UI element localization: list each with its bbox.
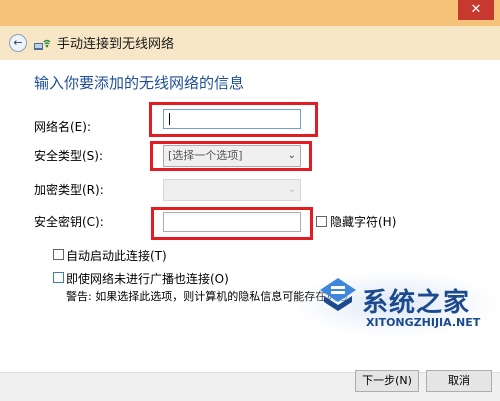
watermark-url: XITONGZHIJIA.NET — [366, 316, 481, 329]
text-cursor — [169, 113, 170, 125]
cancel-button[interactable]: 取消 — [426, 370, 492, 392]
watermark-brand: 系统之家 — [362, 288, 471, 318]
security-type-select[interactable]: [选择一个选项] ⌄ — [163, 145, 301, 167]
next-button[interactable]: 下一步(N) — [355, 370, 419, 392]
network-name-input[interactable] — [163, 109, 301, 129]
close-button[interactable]: ✕ — [458, 0, 494, 20]
hide-characters-checkbox[interactable] — [316, 216, 327, 227]
connect-hidden-label: 即使网络未进行广播也连接(O) — [66, 272, 229, 286]
dialog-title: 手动连接到无线网络 — [57, 37, 175, 52]
auto-start-label: 自动启动此连接(T) — [66, 249, 167, 263]
security-key-label: 安全密钥(C): — [34, 215, 104, 229]
back-button[interactable]: ← — [9, 34, 27, 52]
watermark-logo — [320, 278, 356, 311]
window-titlebar: ✕ — [0, 0, 500, 26]
chevron-down-icon: ⌄ — [287, 150, 296, 161]
chevron-down-icon: ⌄ — [287, 184, 296, 195]
dialog-header: ← 手动连接到无线网络 — [0, 26, 500, 60]
form-heading: 输入你要添加的无线网络的信息 — [34, 74, 245, 92]
security-type-label: 安全类型(S): — [34, 149, 104, 163]
back-arrow-icon: ← — [13, 36, 23, 49]
encryption-type-select: ⌄ — [163, 179, 301, 201]
wireless-network-icon — [34, 39, 51, 50]
hide-characters-label: 隐藏字符(H) — [330, 215, 397, 229]
security-key-input[interactable] — [163, 212, 301, 232]
encryption-type-label: 加密类型(R): — [34, 183, 104, 197]
auto-start-checkbox[interactable] — [53, 249, 64, 260]
network-name-label: 网络名(E): — [34, 120, 91, 134]
dialog-footer: 下一步(N) 取消 — [0, 370, 500, 401]
connect-hidden-checkbox[interactable] — [53, 272, 64, 283]
